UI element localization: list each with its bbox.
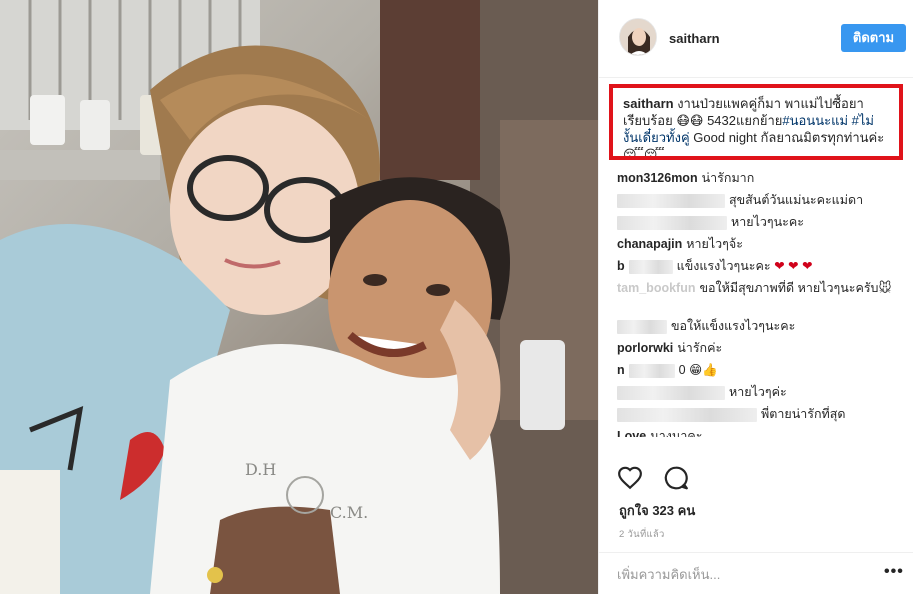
more-options-icon[interactable]: •••: [884, 563, 904, 581]
comment-item: พี่ตายน่ารักที่สุด: [617, 406, 905, 422]
avatar-image: [620, 19, 656, 55]
comment-text: 0 😁👍: [678, 363, 718, 377]
caption-emoji-1: 😷😷: [676, 113, 704, 128]
post-photo[interactable]: D.H C.M.: [0, 0, 598, 594]
comment-item: หายไวๆค่ะ: [617, 384, 905, 400]
comment-username[interactable]: b: [617, 259, 625, 273]
comment-item: Love นางนาคะ: [617, 428, 905, 437]
comment-username[interactable]: n: [617, 363, 625, 377]
caption-username[interactable]: saitharn: [623, 96, 674, 111]
shirt-text-left: D.H: [245, 460, 276, 479]
comment-item: ขอให้แข็งแรงไวๆนะคะ: [617, 318, 905, 334]
comment-item: porlorwki น่ารักค่ะ: [617, 340, 905, 356]
hashtag-link[interactable]: #นอนนะแม่: [782, 113, 848, 128]
comment-item: n 0 😁👍: [617, 362, 905, 378]
add-comment-bar: •••: [599, 552, 913, 594]
caption-highlight: saitharn งานป่วยแพคคู่ก็มา พาแม่ไปซื้อยา…: [609, 84, 903, 160]
caption-text-3: Good night กัลยาณมิตรทุกท่านค่ะ: [693, 130, 885, 145]
comment-text: พี่ตายน่ารักที่สุด: [761, 407, 846, 421]
comment-item: tam_bookfun ขอให้มีสุขภาพที่ดี หายไวๆนะคร…: [617, 280, 905, 312]
comment-text: นางนาคะ: [650, 429, 703, 437]
comment-text: แข็งแรงไวๆนะคะ: [676, 259, 771, 273]
comment-text: ขอให้มีสุขภาพที่ดี หายไวๆนะครับ🐭: [699, 281, 892, 295]
comment-item: mon3126mon น่ารักมาก: [617, 170, 905, 186]
comment-icon[interactable]: [663, 465, 691, 493]
comment-text: น่ารักมาก: [701, 171, 755, 185]
comment-item: หายไวๆนะคะ: [617, 214, 905, 230]
caption-emoji-2: 😴😴: [623, 147, 665, 160]
post-side-panel: saitharn ติดตาม saitharn งานป่วยแพคคู่ก็…: [598, 0, 913, 594]
heart-icon[interactable]: [617, 465, 645, 493]
blurred-username: [628, 363, 675, 378]
blurred-username: [617, 319, 667, 334]
comment-item: chanapajin หายไวๆจ้ะ: [617, 236, 905, 252]
blurred-username: [617, 215, 727, 230]
comment-text: สุขสันต์วันแม่นะคะแม่ดา: [729, 193, 864, 207]
like-count[interactable]: ถูกใจ 323 คน: [619, 500, 695, 521]
selfie-illustration: D.H C.M.: [0, 0, 598, 594]
comment-input[interactable]: [617, 565, 867, 583]
comment-username[interactable]: tam_bookfun: [617, 281, 695, 295]
avatar[interactable]: [619, 18, 657, 56]
comment-text: หายไวๆจ้ะ: [686, 237, 743, 251]
username-link[interactable]: saitharn: [669, 31, 720, 46]
blurred-username: [617, 193, 725, 208]
comment-item: b แข็งแรงไวๆนะคะ ❤ ❤ ❤: [617, 258, 905, 274]
post-timestamp: 2 วันที่แล้ว: [619, 529, 665, 540]
heart-emoji: ❤ ❤ ❤: [774, 259, 813, 273]
blurred-username: [628, 259, 673, 274]
caption-text-2: 5432แยกย้าย: [707, 113, 783, 128]
comment-text: น่ารักค่ะ: [677, 341, 723, 355]
comment-text: ขอให้แข็งแรงไวๆนะคะ: [671, 319, 796, 333]
post-header: saitharn ติดตาม: [599, 0, 913, 78]
action-bar: [617, 465, 705, 493]
comment-list[interactable]: mon3126mon น่ารักมาก สุขสันต์วันแม่นะคะแม…: [617, 170, 905, 443]
comment-text: หายไวๆค่ะ: [729, 385, 787, 399]
comment-username[interactable]: mon3126mon: [617, 171, 698, 185]
blurred-username: [617, 407, 757, 422]
follow-button[interactable]: ติดตาม: [841, 24, 906, 52]
comment-username[interactable]: Love: [617, 429, 646, 437]
comment-username[interactable]: chanapajin: [617, 237, 682, 251]
comment-username[interactable]: porlorwki: [617, 341, 673, 355]
blurred-username: [617, 385, 725, 400]
comment-item: สุขสันต์วันแม่นะคะแม่ดา: [617, 192, 905, 208]
comment-text: หายไวๆนะคะ: [731, 215, 804, 229]
shirt-text-right: C.M.: [330, 503, 368, 522]
